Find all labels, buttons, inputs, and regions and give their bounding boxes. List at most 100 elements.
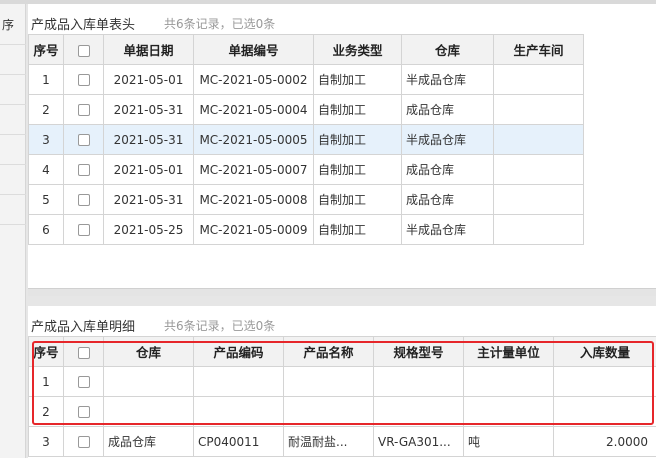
header-horizontal-scrollbar[interactable] (28, 288, 656, 296)
select-all-checkbox[interactable] (77, 346, 90, 359)
select-all-checkbox[interactable] (77, 44, 90, 57)
row-warehouse: 成品仓库 (401, 184, 494, 215)
row-no: 2 (28, 94, 64, 125)
col-header-qty[interactable]: 入库数量 (553, 336, 656, 367)
row-warehouse: 成品仓库 (401, 94, 494, 125)
row-no: 2 (28, 396, 64, 427)
row-code: MC-2021-05-0005 (193, 124, 314, 155)
col-header-product-name[interactable]: 产品名称 (283, 336, 374, 367)
row-date: 2021-05-31 (103, 184, 194, 215)
table-row[interactable]: 3 成品仓库 CP040011 耐温耐盐... VR-GA301... 吨 2.… (28, 426, 656, 457)
row-workshop (493, 64, 584, 95)
row-checkbox[interactable] (77, 376, 90, 388)
table-row[interactable]: 5 2021-05-31 MC-2021-05-0008 自制加工 成品仓库 (28, 184, 584, 215)
row-code: MC-2021-05-0004 (193, 94, 314, 125)
col-header-code[interactable]: 单据编号 (193, 34, 314, 65)
row-workshop (493, 214, 584, 245)
row-date: 2021-05-31 (103, 124, 194, 155)
side-label-fragment: 序 (2, 18, 15, 32)
table-row-selected[interactable]: 3 2021-05-31 MC-2021-05-0005 自制加工 半成品仓库 (28, 124, 584, 155)
row-qty[interactable] (553, 366, 656, 397)
row-no: 6 (28, 214, 64, 245)
row-workshop (493, 94, 584, 125)
row-warehouse[interactable] (103, 396, 194, 427)
row-no: 1 (28, 64, 64, 95)
row-no: 3 (28, 124, 64, 155)
row-type: 自制加工 (313, 94, 402, 125)
row-warehouse[interactable]: 成品仓库 (103, 426, 194, 457)
table-row[interactable]: 4 2021-05-01 MC-2021-05-0007 自制加工 成品仓库 (28, 154, 584, 185)
row-code: MC-2021-05-0002 (193, 64, 314, 95)
row-checkbox[interactable] (77, 194, 90, 206)
row-code: MC-2021-05-0007 (193, 154, 314, 185)
row-type: 自制加工 (313, 124, 402, 155)
col-header-type[interactable]: 业务类型 (313, 34, 402, 65)
table-row[interactable]: 1 (28, 366, 656, 397)
row-unit[interactable] (463, 396, 554, 427)
col-header-product-code[interactable]: 产品编码 (193, 336, 284, 367)
col-header-date[interactable]: 单据日期 (103, 34, 194, 65)
row-workshop (493, 184, 584, 215)
row-warehouse: 半成品仓库 (401, 124, 494, 155)
row-qty[interactable] (553, 396, 656, 427)
row-no: 5 (28, 184, 64, 215)
header-panel-title: 产成品入库单表头 (31, 18, 136, 33)
row-checkbox[interactable] (77, 164, 90, 176)
row-checkbox[interactable] (77, 134, 90, 146)
row-type: 自制加工 (313, 154, 402, 185)
row-checkbox[interactable] (77, 224, 90, 236)
row-spec[interactable] (373, 366, 464, 397)
detail-panel-head: 产成品入库单明细 共6条记录，已选0条 (28, 306, 656, 340)
row-code: MC-2021-05-0008 (193, 184, 314, 215)
row-workshop (493, 154, 584, 185)
col-header-warehouse[interactable]: 仓库 (401, 34, 494, 65)
row-checkbox[interactable] (77, 436, 90, 448)
table-row[interactable]: 1 2021-05-01 MC-2021-05-0002 自制加工 半成品仓库 (28, 64, 584, 95)
row-product-code[interactable] (193, 396, 284, 427)
row-qty[interactable]: 2.0000 (553, 426, 656, 457)
row-checkbox[interactable] (77, 104, 90, 116)
row-checkbox[interactable] (77, 406, 90, 418)
row-date: 2021-05-01 (103, 154, 194, 185)
col-header-spec[interactable]: 规格型号 (373, 336, 464, 367)
detail-panel: 产成品入库单明细 共6条记录，已选0条 序号 仓库 产品编码 产品名称 规格型号… (28, 306, 656, 458)
col-header-no[interactable]: 序号 (28, 34, 64, 65)
col-header-unit[interactable]: 主计量单位 (463, 336, 554, 367)
row-product-name[interactable]: 耐温耐盐... (283, 426, 374, 457)
row-warehouse[interactable] (103, 366, 194, 397)
row-unit[interactable]: 吨 (463, 426, 554, 457)
col-header-no[interactable]: 序号 (28, 336, 64, 367)
row-no: 4 (28, 154, 64, 185)
row-date: 2021-05-25 (103, 214, 194, 245)
col-header-workshop[interactable]: 生产车间 (493, 34, 584, 65)
header-panel-head: 产成品入库单表头 共6条记录，已选0条 (28, 4, 656, 38)
row-spec[interactable] (373, 396, 464, 427)
row-checkbox[interactable] (77, 74, 90, 86)
row-warehouse: 半成品仓库 (401, 64, 494, 95)
header-panel: 产成品入库单表头 共6条记录，已选0条 序号 单据日期 单据编号 业务类型 仓库… (28, 4, 656, 296)
header-record-count: 共6条记录，已选0条 (164, 17, 276, 31)
row-date: 2021-05-31 (103, 94, 194, 125)
detail-record-count: 共6条记录，已选0条 (164, 319, 276, 333)
row-type: 自制加工 (313, 184, 402, 215)
col-header-select-all[interactable] (63, 336, 104, 367)
detail-table-head-row: 序号 仓库 产品编码 产品名称 规格型号 主计量单位 入库数量 (28, 336, 656, 367)
row-product-code[interactable]: CP040011 (193, 426, 284, 457)
row-product-code[interactable] (193, 366, 284, 397)
row-workshop (493, 124, 584, 155)
row-unit[interactable] (463, 366, 554, 397)
header-table: 序号 单据日期 单据编号 业务类型 仓库 生产车间 1 2021-05-01 M… (28, 34, 584, 245)
row-spec[interactable]: VR-GA301... (373, 426, 464, 457)
row-no: 3 (28, 426, 64, 457)
table-row[interactable]: 2 (28, 396, 656, 427)
row-product-name[interactable] (283, 396, 374, 427)
table-row[interactable]: 2 2021-05-31 MC-2021-05-0004 自制加工 成品仓库 (28, 94, 584, 125)
detail-panel-title: 产成品入库单明细 (31, 320, 136, 335)
left-side-panel: 序 (0, 4, 26, 458)
table-row[interactable]: 6 2021-05-25 MC-2021-05-0009 自制加工 半成品仓库 (28, 214, 584, 245)
header-table-head-row: 序号 单据日期 单据编号 业务类型 仓库 生产车间 (28, 34, 584, 65)
col-header-select-all[interactable] (63, 34, 104, 65)
row-type: 自制加工 (313, 214, 402, 245)
row-product-name[interactable] (283, 366, 374, 397)
col-header-warehouse[interactable]: 仓库 (103, 336, 194, 367)
